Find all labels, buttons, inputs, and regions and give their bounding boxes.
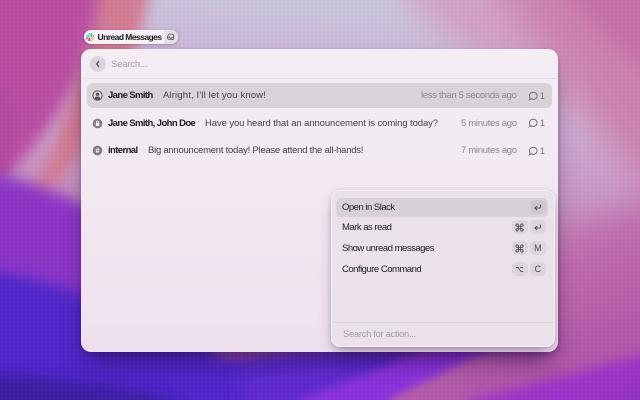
svg-text:#: # <box>96 148 100 155</box>
